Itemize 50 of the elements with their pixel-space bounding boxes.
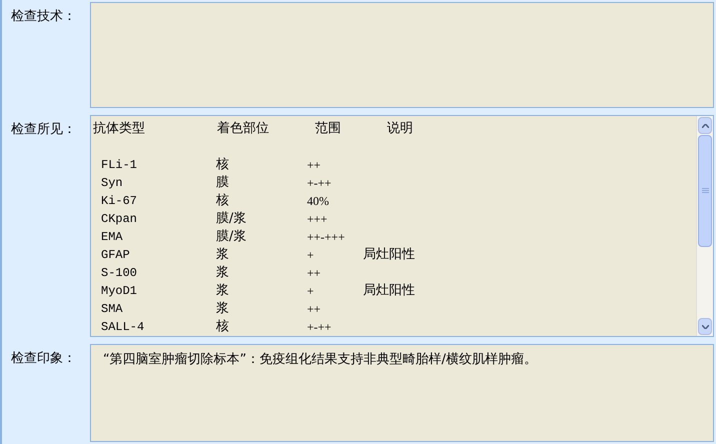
text-area[interactable]: [90, 2, 714, 108]
range-value: +: [307, 247, 315, 264]
staining-site: 浆: [216, 246, 230, 264]
range-value: ++-+++: [307, 229, 346, 246]
staining-site: 浆: [216, 282, 230, 300]
range-value: ++: [307, 265, 322, 282]
antibody-name: SALL-4: [100, 319, 146, 336]
impression-text: “第四脑室肿瘤切除标本”：免疫组化结果支持非典型畸胎样/横纹肌样肿瘤。: [103, 352, 537, 367]
note-text: 局灶阳性: [363, 282, 415, 300]
staining-site: 核: [216, 192, 230, 210]
text-area[interactable]: “第四脑室肿瘤切除标本”：免疫组化结果支持非典型畸胎样/横纹肌样肿瘤。: [90, 344, 714, 442]
staining-site: 膜/浆: [216, 228, 248, 246]
range-value: ++: [307, 157, 322, 174]
field-label: 检查技术：: [11, 9, 76, 24]
staining-site: 核: [216, 156, 230, 174]
scroll-up-button[interactable]: [698, 117, 712, 134]
vertical-scrollbar[interactable]: [696, 116, 713, 336]
staining-site: 膜/浆: [216, 210, 248, 228]
antibody-name: Ki-67: [100, 193, 138, 210]
range-value: +: [307, 283, 315, 300]
column-header: 说明: [387, 120, 413, 138]
staining-site: 膜: [216, 174, 230, 192]
staining-site: 浆: [216, 264, 230, 282]
column-header: 抗体类型: [92, 120, 146, 138]
antibody-name: S-100: [100, 265, 138, 282]
range-value: 40%: [307, 193, 330, 210]
range-value: +++: [307, 211, 328, 228]
scroll-thumb[interactable]: [698, 135, 712, 247]
range-value: +-++: [307, 175, 332, 192]
caret-up-icon: [702, 124, 708, 128]
range-value: +-++: [307, 319, 332, 336]
grip-icon: [702, 188, 708, 194]
range-value: ++: [307, 301, 322, 318]
staining-site: 浆: [216, 300, 230, 318]
antibody-name: SMA: [100, 301, 124, 318]
antibody-name: GFAP: [100, 247, 131, 264]
antibody-name: Syn: [100, 175, 124, 192]
column-header: 着色部位: [217, 120, 270, 138]
note-text: 局灶阳性: [363, 246, 415, 264]
caret-down-icon: [702, 324, 708, 328]
antibody-name: CKpan: [100, 211, 138, 228]
antibody-name: EMA: [100, 229, 124, 246]
text-area[interactable]: 抗体类型 着色部位 范围 说明 FLi-1 核 ++ Syn 膜 +-++ Ki-67 核 40% CKpan 膜/浆 +++ EMA 膜/浆 ++-+++ GFAP 浆 + 局灶阳性 S-100 浆 ++ MyoD1 浆 + 局灶阳性 SMA 浆 ++ SALL-4 核 +-++: [90, 115, 714, 337]
column-header: 范围: [315, 120, 342, 138]
scroll-down-button[interactable]: [698, 318, 712, 335]
antibody-name: FLi-1: [100, 157, 138, 174]
antibody-name: MyoD1: [100, 283, 138, 300]
field-label: 检查所见：: [11, 122, 76, 137]
field-label: 检查印象：: [11, 351, 76, 366]
staining-site: 核: [216, 318, 230, 336]
